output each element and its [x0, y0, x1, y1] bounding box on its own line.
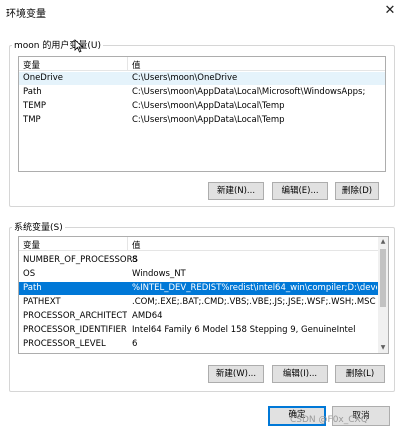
- var-name: PROCESSOR_ARCHITECT...: [23, 311, 127, 321]
- var-name: PROCESSOR_IDENTIFIER: [23, 325, 127, 335]
- var-value: AMD64: [132, 311, 163, 321]
- column-divider[interactable]: [127, 237, 128, 251]
- user-vars-list[interactable]: 变量 值 OneDrive C:\Users\moon\OneDrive Pat…: [18, 56, 386, 172]
- var-value: .COM;.EXE;.BAT;.CMD;.VBS;.VBE;.JS;.JSE;.…: [132, 297, 376, 307]
- user-edit-button[interactable]: 编辑(E)...: [272, 182, 328, 200]
- system-vars-list[interactable]: 变量 值 NUMBER_OF_PROCESSORS 8 OS Windows_N…: [18, 236, 389, 354]
- system-vars-scrollbar[interactable]: ▲ ▼: [378, 237, 388, 353]
- var-name: TEMP: [23, 101, 47, 111]
- list-item[interactable]: PROCESSOR_IDENTIFIER Intel64 Family 6 Mo…: [19, 324, 388, 337]
- user-vars-col-value[interactable]: 值: [132, 59, 141, 71]
- var-value: C:\Users\moon\AppData\Local\Microsoft\Wi…: [132, 87, 366, 97]
- list-item-selected[interactable]: Path %INTEL_DEV_REDIST%redist\intel64_wi…: [19, 282, 380, 295]
- var-value: Intel64 Family 6 Model 158 Stepping 9, G…: [132, 325, 356, 335]
- watermark: CSDN @F0x_CXQ: [290, 415, 368, 425]
- user-vars-col-variable[interactable]: 变量: [23, 59, 40, 71]
- var-value: C:\Users\moon\AppData\Local\Temp: [132, 115, 285, 125]
- var-value: %INTEL_DEV_REDIST%redist\intel64_win\com…: [132, 283, 377, 293]
- list-item[interactable]: PROCESSOR_ARCHITECT... AMD64: [19, 310, 388, 323]
- var-name: Path: [23, 283, 42, 293]
- system-delete-button[interactable]: 删除(L): [335, 365, 385, 383]
- list-item[interactable]: OS Windows_NT: [19, 268, 388, 281]
- user-vars-group-label: moon 的用户变量(U): [12, 38, 103, 51]
- var-name: TMP: [23, 115, 41, 125]
- var-value: C:\Users\moon\AppData\Local\Temp: [132, 101, 285, 111]
- var-name: PROCESSOR_LEVEL: [23, 339, 106, 349]
- system-edit-button[interactable]: 编辑(I)...: [272, 365, 328, 383]
- var-name: PATHEXT: [23, 297, 61, 307]
- user-vars-list-header: 变量 值: [19, 57, 385, 71]
- var-name: OneDrive: [23, 73, 63, 83]
- system-vars-group-label: 系统变量(S): [12, 220, 65, 233]
- list-item[interactable]: PATHEXT .COM;.EXE;.BAT;.CMD;.VBS;.VBE;.J…: [19, 296, 388, 309]
- list-item[interactable]: OneDrive C:\Users\moon\OneDrive: [19, 72, 385, 85]
- var-value: 8: [132, 255, 138, 265]
- list-item[interactable]: Path C:\Users\moon\AppData\Local\Microso…: [19, 86, 385, 99]
- var-value: C:\Users\moon\OneDrive: [132, 73, 238, 83]
- system-vars-list-header: 变量 值: [19, 237, 388, 251]
- system-vars-col-value[interactable]: 值: [132, 239, 141, 251]
- column-divider[interactable]: [127, 57, 128, 71]
- list-item[interactable]: NUMBER_OF_PROCESSORS 8: [19, 254, 388, 267]
- close-icon[interactable]: ✕: [375, 0, 405, 22]
- scroll-up-icon[interactable]: ▲: [378, 237, 388, 247]
- user-delete-button[interactable]: 删除(D): [335, 182, 379, 200]
- mouse-pointer-icon: [74, 39, 84, 53]
- system-vars-col-variable[interactable]: 变量: [23, 239, 40, 251]
- var-value: Windows_NT: [132, 269, 186, 279]
- var-name: OS: [23, 269, 36, 279]
- scroll-down-icon[interactable]: ▼: [378, 343, 388, 353]
- title-bar: 环境变量 ✕: [0, 0, 405, 22]
- system-new-button[interactable]: 新建(W)...: [208, 365, 264, 383]
- scroll-thumb[interactable]: [380, 249, 386, 307]
- list-item[interactable]: PROCESSOR_LEVEL 6: [19, 338, 388, 351]
- user-new-button[interactable]: 新建(N)...: [208, 182, 264, 200]
- list-item[interactable]: TEMP C:\Users\moon\AppData\Local\Temp: [19, 100, 385, 113]
- var-value: 6: [132, 339, 138, 349]
- window-title: 环境变量: [6, 9, 46, 20]
- var-name: NUMBER_OF_PROCESSORS: [23, 255, 138, 265]
- list-item[interactable]: TMP C:\Users\moon\AppData\Local\Temp: [19, 114, 385, 127]
- var-name: Path: [23, 87, 42, 97]
